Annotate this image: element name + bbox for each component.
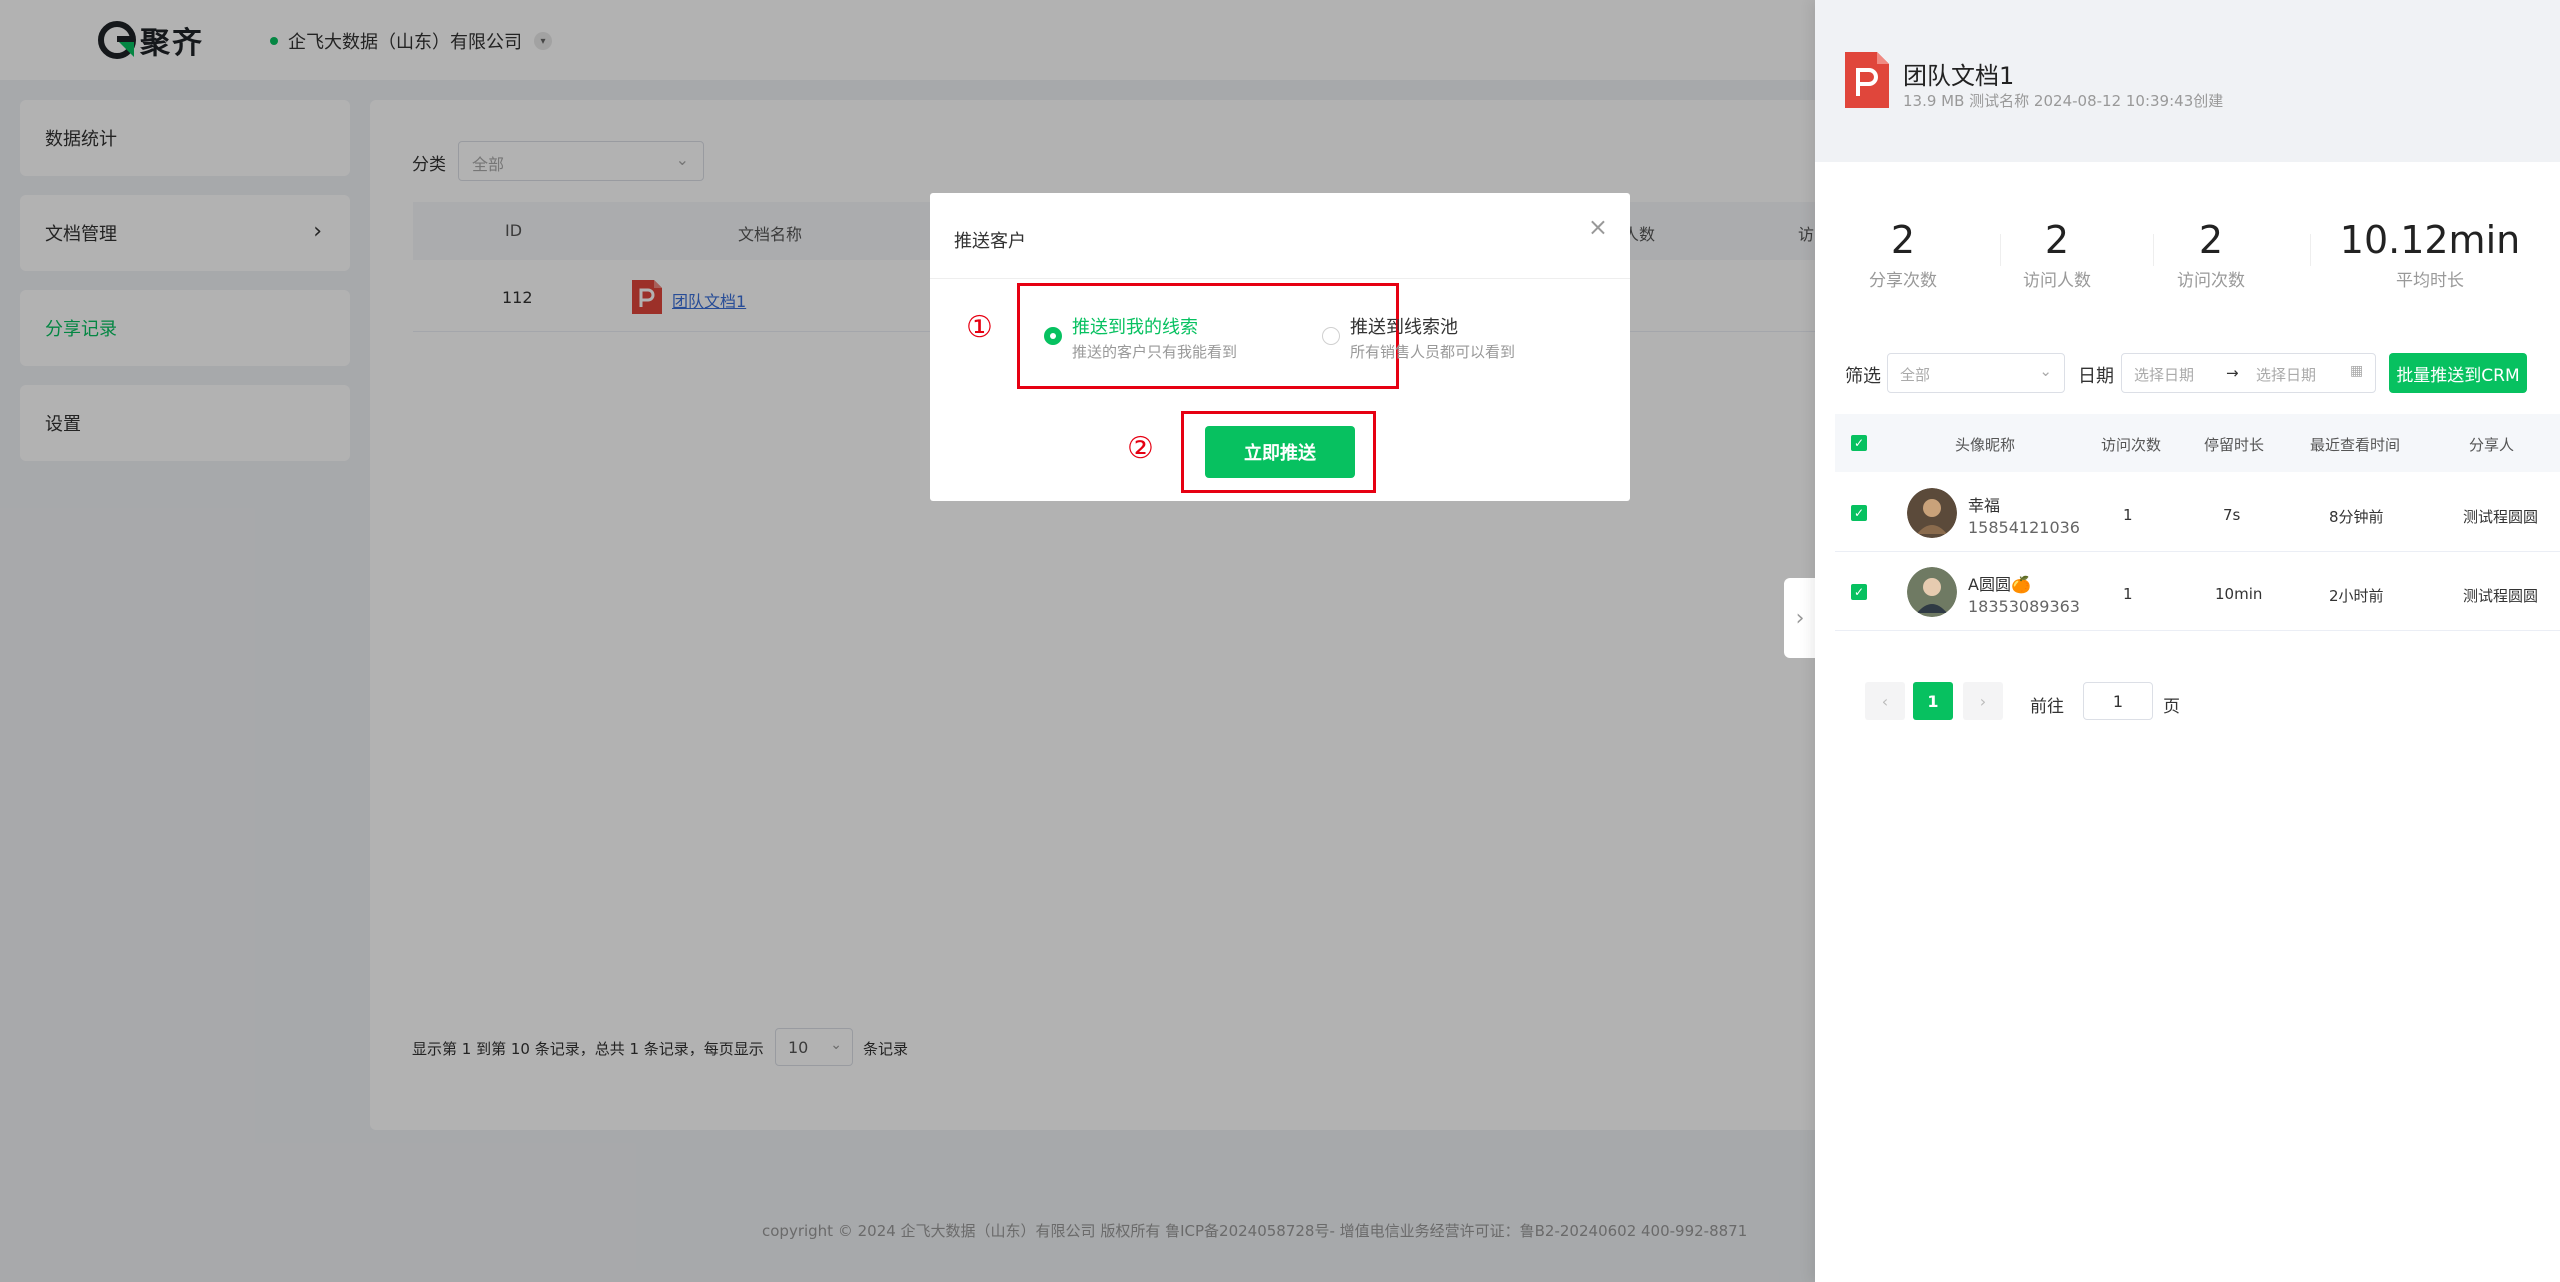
page-suffix: 页	[2163, 697, 2180, 717]
chevron-left-icon: ‹	[1881, 691, 1889, 711]
stay-duration: 10min	[2215, 585, 2263, 603]
column-header-stay: 停留时长	[2204, 436, 2265, 454]
prev-page-button[interactable]: ‹	[1865, 682, 1905, 720]
chevron-right-icon: ›	[1795, 605, 1805, 631]
stat-value: 10.12min	[2339, 218, 2521, 262]
date-end-input[interactable]: 选择日期	[2256, 364, 2316, 385]
sharer-name: 测试程圆圆	[2463, 508, 2539, 526]
stat-divider	[2153, 234, 2154, 266]
stat-value: 2	[2198, 218, 2224, 262]
panel-table-header: ✓ 头像昵称 访问次数 停留时长 最近查看时间 分享人	[1835, 414, 2560, 472]
radio-unselected-icon[interactable]	[1322, 327, 1340, 345]
avatar	[1907, 488, 1957, 538]
panel-collapse-handle[interactable]: ›	[1784, 578, 1816, 658]
stat-visitors: 2 访问人数	[2007, 218, 2107, 291]
last-view-time: 8分钟前	[2329, 508, 2384, 526]
panel-file-meta: 13.9 MB 测试名称 2024-08-12 10:39:43创建	[1903, 92, 2224, 110]
panel-filter-select[interactable]: 全部 ⌄	[1887, 353, 2065, 393]
stat-visits: 2 访问次数	[2161, 218, 2261, 291]
select-all-checkbox[interactable]: ✓	[1851, 435, 1867, 451]
stay-duration: 7s	[2223, 506, 2241, 524]
document-detail-panel: 团队文档1 13.9 MB 测试名称 2024-08-12 10:39:43创建…	[1815, 0, 2560, 1282]
calendar-icon: ▦	[2350, 363, 2364, 379]
last-view-time: 2小时前	[2329, 587, 2384, 605]
stat-divider	[2000, 234, 2001, 266]
push-now-button[interactable]: 立即推送	[1205, 426, 1355, 478]
table-row: ✓ 幸福 15854121036 1 7s 8分钟前 测试程圆圆	[1835, 474, 2560, 552]
close-icon[interactable]: ×	[1588, 213, 1608, 241]
stat-share-count: 2 分享次数	[1853, 218, 1953, 291]
goto-label: 前往	[2030, 697, 2064, 717]
batch-push-crm-button[interactable]: 批量推送到CRM	[2389, 353, 2527, 393]
column-header-visits: 访问次数	[2101, 436, 2162, 454]
date-range-picker[interactable]: 选择日期 → 选择日期 ▦	[2121, 353, 2376, 393]
stat-value: 2	[2044, 218, 2070, 262]
sharer-name: 测试程圆圆	[2463, 587, 2539, 605]
chevron-right-icon: ›	[1979, 691, 1987, 711]
next-page-button[interactable]: ›	[1963, 682, 2003, 720]
table-row: ✓ A圆圆🍊 18353089363 1 10min 2小时前 测试程圆圆	[1835, 553, 2560, 631]
panel-file-name: 团队文档1	[1903, 62, 2015, 90]
stat-divider	[2310, 234, 2311, 266]
panel-filter-label: 筛选	[1845, 366, 1881, 387]
avatar	[1907, 567, 1957, 617]
goto-page-input[interactable]: 1	[2083, 682, 2153, 720]
stat-label: 平均时长	[2396, 271, 2464, 291]
date-range-arrow-icon: →	[2226, 364, 2239, 382]
annotation-marker-2: ②	[1127, 431, 1154, 466]
option-subtitle: 所有销售人员都可以看到	[1350, 343, 1516, 361]
push-customer-dialog: 推送客户 × ① 推送到我的线索 推送的客户只有我能看到 推送到线索池 所有销售…	[930, 193, 1630, 501]
option-subtitle: 推送的客户只有我能看到	[1072, 343, 1238, 361]
column-header-sharer: 分享人	[2469, 436, 2515, 454]
visit-count: 1	[2123, 506, 2133, 524]
visitor-name: A圆圆🍊	[1968, 575, 2031, 594]
visitor-phone: 18353089363	[1968, 597, 2080, 616]
date-start-input[interactable]: 选择日期	[2134, 364, 2194, 385]
page-number-button[interactable]: 1	[1913, 682, 1953, 720]
visitor-name: 幸福	[1968, 496, 2001, 515]
chevron-down-icon: ⌄	[2039, 362, 2052, 380]
stat-avg-duration: 10.12min 平均时长	[2325, 218, 2535, 291]
option-title: 推送到线索池	[1350, 317, 1458, 338]
date-label: 日期	[2078, 366, 2114, 387]
column-header-avatar-name: 头像昵称	[1955, 436, 2016, 454]
ppt-file-icon	[1845, 52, 1889, 108]
visit-count: 1	[2123, 585, 2133, 603]
visitor-phone: 15854121036	[1968, 518, 2080, 537]
dialog-divider	[930, 278, 1630, 279]
dialog-title: 推送客户	[954, 231, 1026, 252]
option-title: 推送到我的线索	[1072, 317, 1198, 338]
column-header-last-view: 最近查看时间	[2310, 436, 2401, 454]
row-checkbox[interactable]: ✓	[1851, 584, 1867, 600]
radio-selected-icon[interactable]	[1044, 327, 1062, 345]
row-checkbox[interactable]: ✓	[1851, 505, 1867, 521]
stat-value: 2	[1890, 218, 1916, 262]
annotation-marker-1: ①	[966, 310, 993, 345]
panel-filter-value: 全部	[1900, 366, 1931, 384]
stat-label: 访问次数	[2177, 271, 2245, 291]
stat-label: 访问人数	[2023, 271, 2091, 291]
stat-label: 分享次数	[1869, 271, 1937, 291]
